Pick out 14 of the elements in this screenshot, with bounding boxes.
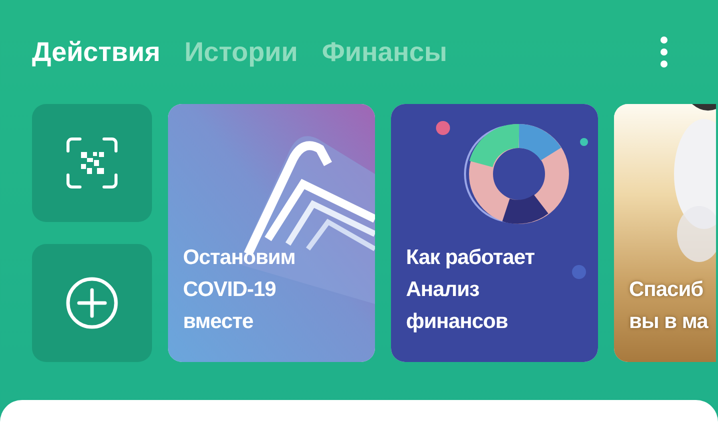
tab[interactable]: Действия — [32, 36, 160, 68]
tab[interactable]: Финансы — [322, 36, 448, 68]
story-card[interactable]: Спасиб вы в ма — [614, 104, 716, 362]
story-title: Остановим COVID-19 вместе — [183, 245, 296, 335]
tab[interactable]: Истории — [184, 36, 298, 68]
story-card[interactable]: Остановим COVID-19 вместе — [168, 104, 375, 362]
plus-circle-icon — [65, 276, 119, 330]
story-title: Как работает Анализ финансов — [406, 245, 535, 335]
add-button[interactable] — [32, 244, 152, 362]
scan-button[interactable] — [32, 104, 152, 222]
qr-scan-icon — [66, 137, 118, 189]
story-title: Спасиб вы в ма — [629, 277, 708, 335]
story-card[interactable]: Как работает Анализ финансов — [391, 104, 598, 362]
more-menu-icon[interactable] — [660, 36, 668, 68]
